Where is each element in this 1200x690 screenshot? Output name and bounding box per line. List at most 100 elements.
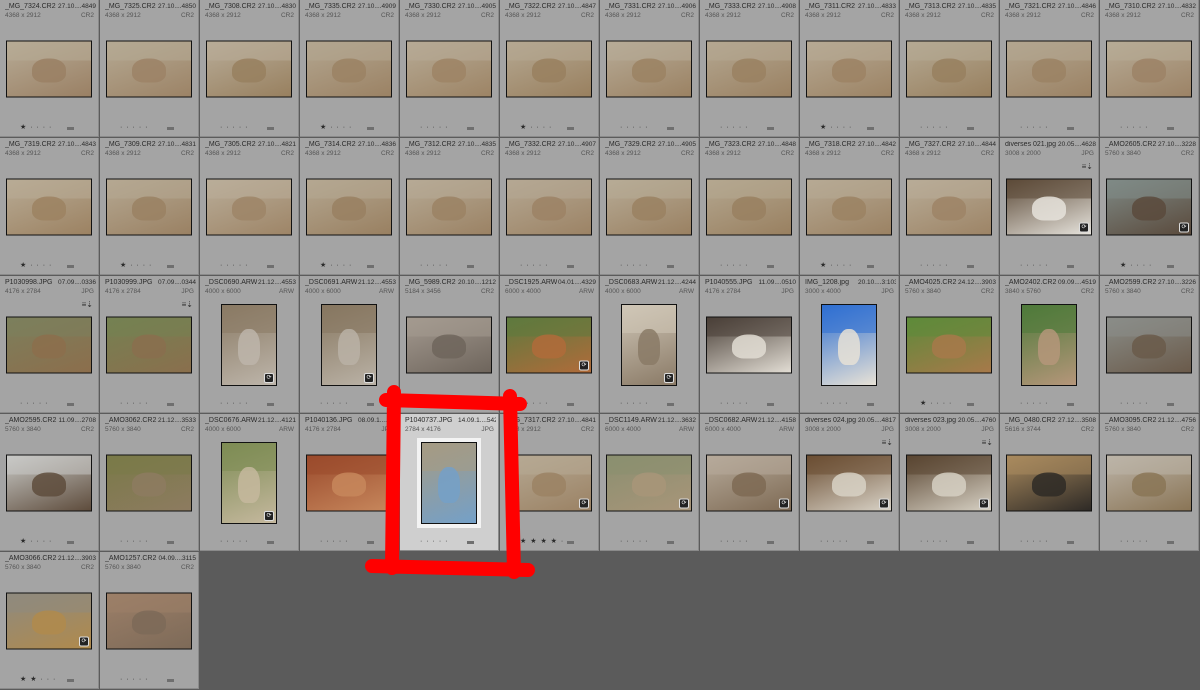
label-indicator-icon[interactable] — [467, 127, 474, 130]
photo-thumbnail[interactable]: ⟳ — [1106, 178, 1192, 236]
star-rating[interactable]: · · · · · — [220, 400, 248, 407]
grid-cell[interactable]: _AMO2605.CR2 27.10....3228 5760 x 3840 CR2 ⟳… — [1100, 138, 1199, 275]
label-indicator-icon[interactable] — [767, 265, 774, 268]
grid-cell[interactable]: IMG_1208.jpg 20.10....3:1035 3000 x 4000 JP… — [800, 276, 899, 413]
develop-badge-icon[interactable]: ⟳ — [879, 498, 889, 509]
star-rating[interactable]: ★ ★ · · · — [20, 675, 56, 683]
label-indicator-icon[interactable] — [367, 127, 374, 130]
label-indicator-icon[interactable] — [167, 541, 174, 544]
label-indicator-icon[interactable] — [1067, 403, 1074, 406]
grid-cell[interactable]: _MG_7329.CR2 27.10....4905 4368 x 2912 CR2 ·… — [600, 138, 699, 275]
grid-cell[interactable]: _AMO2595.CR2 11.09....2708 5760 x 3840 CR2 ★… — [0, 414, 99, 551]
star-rating[interactable]: · · · · · — [720, 538, 748, 545]
star-rating[interactable]: · · · · · — [120, 676, 148, 683]
label-indicator-icon[interactable] — [1167, 541, 1174, 544]
grid-cell[interactable]: P1040737.JPG 14.09.1....5422 2784 x 4176 JP… — [400, 414, 499, 551]
label-indicator-icon[interactable] — [867, 403, 874, 406]
star-rating[interactable]: ★ · · · · — [320, 261, 352, 269]
grid-cell[interactable]: P1030999.JPG 07.09....0344 4176 x 2784 JPG ≡… — [100, 276, 199, 413]
grid-cell[interactable]: _MG_5989.CR2 20.10....1212 5184 x 3456 CR2 ·… — [400, 276, 499, 413]
star-rating[interactable]: ★ · · · · — [920, 399, 952, 407]
photo-thumbnail[interactable] — [706, 316, 792, 374]
grid-cell[interactable]: _MG_7318.CR2 27.10....4842 4368 x 2912 CR2 ★… — [800, 138, 899, 275]
grid-cell[interactable]: _MG_7327.CR2 27.10....4844 4368 x 2912 CR2 ·… — [900, 138, 999, 275]
star-rating[interactable]: · · · · · — [420, 262, 448, 269]
star-rating[interactable]: · · · · · — [620, 400, 648, 407]
star-rating[interactable]: · · · · · — [1020, 262, 1048, 269]
star-rating[interactable]: · · · · · — [920, 262, 948, 269]
label-indicator-icon[interactable] — [67, 265, 74, 268]
grid-cell[interactable]: _MG_7322.CR2 27.10....4847 4368 x 2912 CR2 ★… — [500, 0, 599, 137]
photo-thumbnail[interactable] — [906, 178, 992, 236]
metadata-icon[interactable]: ≡⇣ — [182, 300, 193, 309]
photo-thumbnail[interactable] — [206, 40, 292, 98]
star-rating[interactable]: · · · · · — [1120, 124, 1148, 131]
grid-cell[interactable]: _AMO3095.CR2 21.12....4756 5760 x 3840 CR2 ·… — [1100, 414, 1199, 551]
label-indicator-icon[interactable] — [67, 541, 74, 544]
grid-cell[interactable]: _AMO4025.CR2 24.12....3903 5760 x 3840 CR2 ★… — [900, 276, 999, 413]
develop-badge-icon[interactable]: ⟳ — [679, 498, 689, 509]
grid-cell[interactable]: _MG_7324.CR2 27.10....4849 4368 x 2912 CR2 ★… — [0, 0, 99, 137]
metadata-icon[interactable]: ≡⇣ — [1082, 162, 1093, 171]
metadata-icon[interactable]: ≡⇣ — [82, 300, 93, 309]
star-rating[interactable]: · · · · · — [820, 400, 848, 407]
photo-thumbnail[interactable] — [806, 178, 892, 236]
grid-cell[interactable]: P1040136.JPG 08.09.1....4115 4176 x 2784 JP… — [300, 414, 399, 551]
star-rating[interactable]: · · · · · — [620, 538, 648, 545]
star-rating[interactable]: ★ · · · · — [1120, 261, 1152, 269]
photo-thumbnail[interactable]: ⟳ — [706, 454, 792, 512]
photo-thumbnail[interactable]: ⟳ — [221, 442, 277, 524]
label-indicator-icon[interactable] — [667, 541, 674, 544]
develop-badge-icon[interactable]: ⟳ — [1179, 222, 1189, 233]
label-indicator-icon[interactable] — [1167, 127, 1174, 130]
develop-badge-icon[interactable]: ⟳ — [979, 498, 989, 509]
photo-thumbnail[interactable] — [106, 178, 192, 236]
star-rating[interactable]: · · · · · — [20, 400, 48, 407]
photo-thumbnail[interactable] — [706, 178, 792, 236]
label-indicator-icon[interactable] — [1067, 541, 1074, 544]
grid-cell[interactable]: _MG_7330.CR2 27.10....4905 4368 x 2912 CR2 ·… — [400, 0, 499, 137]
photo-thumbnail[interactable] — [206, 178, 292, 236]
grid-cell[interactable]: _MG_7325.CR2 27.10....4850 4368 x 2912 CR2 ·… — [100, 0, 199, 137]
photo-thumbnail[interactable] — [417, 438, 481, 528]
photo-thumbnail[interactable]: ⟳ — [221, 304, 277, 386]
label-indicator-icon[interactable] — [967, 127, 974, 130]
star-rating[interactable]: ★ · · · · — [520, 123, 552, 131]
photo-thumbnail[interactable] — [906, 316, 992, 374]
grid-cell[interactable]: _DSC0682.ARW 21.12....4158 6000 x 4000 ARW ⟳… — [700, 414, 799, 551]
photo-thumbnail[interactable] — [406, 40, 492, 98]
grid-cell[interactable]: _MG_7309.CR2 27.10....4831 4368 x 2912 CR2 ★… — [100, 138, 199, 275]
photo-thumbnail[interactable] — [406, 178, 492, 236]
grid-cell[interactable]: _MG_7317.CR2 27.10....4841 4368 x 2912 CR2 ⟳… — [500, 414, 599, 551]
label-indicator-icon[interactable] — [467, 541, 474, 544]
label-indicator-icon[interactable] — [1067, 265, 1074, 268]
star-rating[interactable]: · · · · · — [1020, 124, 1048, 131]
label-indicator-icon[interactable] — [1167, 265, 1174, 268]
photo-thumbnail[interactable] — [6, 454, 92, 512]
photo-thumbnail[interactable] — [806, 40, 892, 98]
star-rating[interactable]: ★ · · · · — [20, 261, 52, 269]
photo-thumbnail[interactable]: ⟳ — [621, 304, 677, 386]
grid-cell[interactable]: _MG_7335.CR2 27.10....4909 4368 x 2912 CR2 ★… — [300, 0, 399, 137]
star-rating[interactable]: · · · · · — [1120, 538, 1148, 545]
label-indicator-icon[interactable] — [567, 541, 574, 544]
label-indicator-icon[interactable] — [467, 403, 474, 406]
photo-thumbnail[interactable] — [6, 316, 92, 374]
star-rating[interactable]: · · · · · — [920, 124, 948, 131]
label-indicator-icon[interactable] — [867, 127, 874, 130]
star-rating[interactable]: ★ · · · · — [20, 123, 52, 131]
star-rating[interactable]: ★ · · · · — [20, 537, 52, 545]
photo-thumbnail[interactable] — [906, 40, 992, 98]
label-indicator-icon[interactable] — [167, 679, 174, 682]
label-indicator-icon[interactable] — [167, 403, 174, 406]
photo-thumbnail[interactable]: ⟳ — [321, 304, 377, 386]
grid-cell[interactable]: _AMO2599.CR2 27.10....3226 5760 x 3840 CR2 ·… — [1100, 276, 1199, 413]
star-rating[interactable]: · · · · · — [920, 538, 948, 545]
star-rating[interactable]: · · · · · — [220, 124, 248, 131]
photo-thumbnail[interactable] — [606, 178, 692, 236]
grid-cell[interactable]: _DSC0691.ARW 21.12....4553 4000 x 6000 ARW ⟳… — [300, 276, 399, 413]
photo-thumbnail[interactable] — [106, 454, 192, 512]
label-indicator-icon[interactable] — [467, 265, 474, 268]
label-indicator-icon[interactable] — [867, 265, 874, 268]
star-rating[interactable]: · · · · · — [520, 400, 548, 407]
